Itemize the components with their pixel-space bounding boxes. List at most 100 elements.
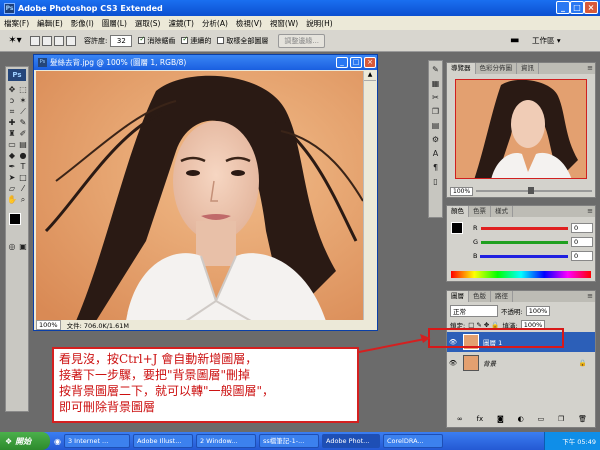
menu-window[interactable]: 視窗(W): [270, 18, 298, 29]
bridge-icon[interactable]: ▬: [510, 35, 519, 46]
layers-menu-icon[interactable]: ≡: [587, 292, 593, 300]
dock-layers-icon[interactable]: ❐: [430, 106, 441, 117]
zoom-slider-handle[interactable]: [528, 187, 535, 194]
crop-tool-icon[interactable]: ⌗: [7, 107, 17, 117]
color-spectrum-bar[interactable]: [451, 271, 591, 278]
menu-filter[interactable]: 濾鏡(T): [169, 18, 194, 29]
shape-tool-icon[interactable]: □: [18, 173, 28, 183]
menu-select[interactable]: 選取(S): [135, 18, 161, 29]
notes-tool-icon[interactable]: ▱: [7, 184, 17, 194]
history-brush-icon[interactable]: ✐: [18, 129, 28, 139]
screen-mode-icon[interactable]: ▣: [18, 242, 28, 252]
hand-tool-icon[interactable]: ✋: [7, 195, 17, 205]
blur-tool-icon[interactable]: ◆: [7, 151, 17, 161]
menu-layer[interactable]: 圖層(L): [102, 18, 127, 29]
subtract-selection-icon[interactable]: [54, 35, 64, 46]
navigator-menu-icon[interactable]: ≡: [587, 64, 593, 72]
channel-b-slider[interactable]: [480, 254, 568, 258]
navigator-zoom-field[interactable]: 100%: [450, 186, 474, 196]
quicklaunch-icon[interactable]: ◉: [54, 437, 61, 446]
tab-color[interactable]: 顏色: [447, 206, 469, 217]
new-selection-icon[interactable]: [30, 35, 40, 46]
dodge-tool-icon[interactable]: ●: [18, 151, 28, 161]
dock-para-icon[interactable]: ¶: [430, 162, 441, 173]
scroll-up-icon[interactable]: ▲: [364, 71, 376, 81]
dock-grid-icon[interactable]: ▦: [430, 78, 441, 89]
menu-image[interactable]: 影像(I): [71, 18, 94, 29]
tolerance-input[interactable]: 32: [110, 34, 133, 47]
blend-mode-select[interactable]: 正常: [450, 304, 498, 317]
opacity-input[interactable]: 100%: [525, 305, 550, 316]
clock[interactable]: 下午 05:49: [562, 436, 596, 446]
stamp-tool-icon[interactable]: ♜: [7, 129, 17, 139]
antialias-checkbox[interactable]: [138, 35, 146, 44]
new-layer-icon[interactable]: ❐: [558, 415, 564, 425]
gradient-tool-icon[interactable]: ▤: [18, 140, 28, 150]
layer-row-background[interactable]: 👁 背景 🔒: [447, 353, 595, 373]
quick-mask-icon[interactable]: ◎: [7, 242, 17, 252]
task-windows[interactable]: 2 Window...: [195, 434, 256, 448]
task-coreldraw[interactable]: CorelDRA...: [382, 434, 443, 448]
pen-tool-icon[interactable]: ✒: [7, 162, 17, 172]
zoom-tool-icon[interactable]: ⌕: [18, 195, 28, 205]
close-button[interactable]: ×: [584, 1, 598, 14]
menu-file[interactable]: 檔案(F): [4, 18, 29, 29]
dock-tablet-icon[interactable]: ▯: [430, 176, 441, 187]
task-notes[interactable]: ss檔筆記-1-...: [258, 434, 319, 448]
magic-wand-icon[interactable]: ✶▾: [0, 35, 30, 46]
sample-all-checkbox[interactable]: [217, 37, 225, 44]
move-tool-icon[interactable]: ✥: [7, 85, 17, 95]
tab-navigator[interactable]: 導覽器: [447, 63, 476, 74]
channel-r-slider[interactable]: [480, 226, 568, 230]
channel-g-slider[interactable]: [481, 240, 568, 244]
brush-tool-icon[interactable]: ✎: [18, 118, 28, 128]
document-minimize-button[interactable]: _: [336, 57, 348, 68]
image-canvas[interactable]: [36, 71, 363, 321]
tab-histogram[interactable]: 色彩分佈圖: [476, 63, 517, 74]
task-illustrator[interactable]: Adobe Illust...: [132, 434, 193, 448]
document-maximize-button[interactable]: □: [350, 57, 362, 68]
channel-g-input[interactable]: 0: [571, 237, 593, 247]
link-layers-icon[interactable]: ∞: [457, 415, 463, 425]
dock-brush-icon[interactable]: ✎: [430, 64, 441, 75]
channel-r-input[interactable]: 0: [571, 223, 593, 233]
path-select-icon[interactable]: ➤: [7, 173, 17, 183]
dock-text-icon[interactable]: A: [430, 148, 441, 159]
tab-layers[interactable]: 圖層: [447, 291, 469, 302]
menu-help[interactable]: 說明(H): [306, 18, 333, 29]
contiguous-checkbox[interactable]: [181, 35, 189, 44]
task-photoshop[interactable]: Adobe Phot...: [321, 434, 380, 448]
tab-paths[interactable]: 路徑: [491, 291, 513, 302]
eraser-tool-icon[interactable]: ▭: [7, 140, 17, 150]
background-visibility-icon[interactable]: 👁: [447, 359, 459, 367]
maximize-button[interactable]: □: [570, 1, 584, 14]
intersect-selection-icon[interactable]: [66, 35, 76, 46]
color-menu-icon[interactable]: ≡: [587, 207, 593, 215]
type-tool-icon[interactable]: T: [18, 162, 28, 172]
delete-layer-icon[interactable]: 🗑: [578, 415, 587, 425]
document-close-button[interactable]: ×: [364, 57, 376, 68]
marquee-tool-icon[interactable]: ⬚: [18, 85, 28, 95]
menu-view[interactable]: 檢視(V): [236, 18, 262, 29]
slice-tool-icon[interactable]: ⟋: [18, 107, 28, 117]
start-button[interactable]: ❖ 開始: [0, 432, 50, 450]
document-window[interactable]: Ps 髮絲去背.jpg @ 100% (圖層 1, RGB/8) _ □ × ▲…: [33, 54, 378, 331]
minimize-button[interactable]: _: [556, 1, 570, 14]
healing-tool-icon[interactable]: ✚: [7, 118, 17, 128]
task-internet[interactable]: 3 Internet ...: [63, 434, 130, 448]
document-zoom-field[interactable]: 100%: [36, 319, 61, 330]
document-title-bar[interactable]: Ps 髮絲去背.jpg @ 100% (圖層 1, RGB/8) _ □ ×: [34, 55, 377, 70]
tab-info[interactable]: 資訊: [517, 63, 539, 74]
color-fg-swatch[interactable]: [451, 222, 463, 234]
dock-tools-icon[interactable]: ✂: [430, 92, 441, 103]
eyedropper-icon[interactable]: ⁄: [18, 184, 28, 194]
dock-mask-icon[interactable]: ▤: [430, 120, 441, 131]
magic-wand-tool-icon[interactable]: ✶: [18, 96, 28, 106]
menu-edit[interactable]: 編輯(E): [37, 18, 63, 29]
tab-swatches[interactable]: 色票: [469, 206, 491, 217]
document-vertical-scrollbar[interactable]: ▲: [363, 71, 376, 321]
menu-analysis[interactable]: 分析(A): [202, 18, 228, 29]
channel-b-input[interactable]: 0: [571, 251, 593, 261]
lasso-tool-icon[interactable]: ↄ: [7, 96, 17, 106]
foreground-color-swatch[interactable]: [9, 213, 21, 225]
